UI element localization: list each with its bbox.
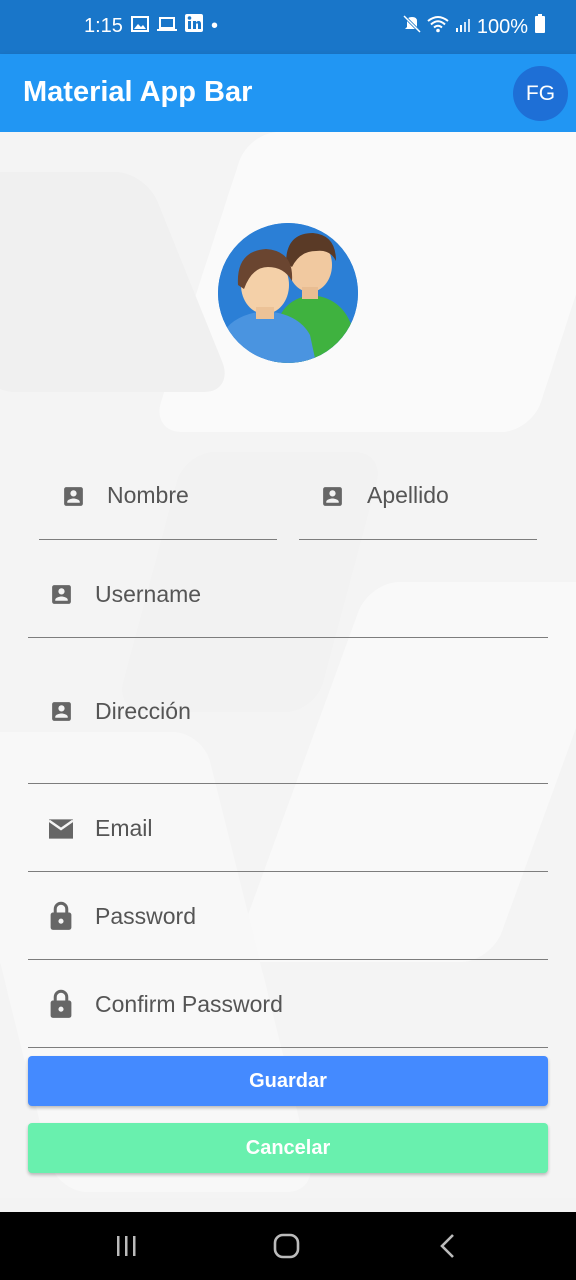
person-icon [49,699,74,729]
mail-icon [46,817,76,846]
person-icon [320,484,345,514]
direccion-label: Dirección [95,698,191,724]
wifi-icon [427,15,449,39]
password-label: Password [95,903,196,929]
app-bar-title: Material App Bar [23,76,253,108]
signal-icon [455,16,471,39]
notification-dot: • [210,14,218,37]
recent-apps-icon[interactable] [114,1234,138,1263]
username-field[interactable]: Username [28,562,548,638]
email-label: Email [95,815,153,841]
battery-percent: 100% [476,15,528,38]
form-content: Nombre Apellido Username Dirección Email… [0,132,576,1198]
app-bar: Material App Bar FG [0,54,576,132]
status-time: 1:15 [84,14,123,37]
confirm-password-field[interactable]: Confirm Password [28,972,548,1048]
email-field[interactable]: Email [28,796,548,872]
status-right: 100% [402,14,546,40]
user-avatar[interactable]: FG [513,66,568,121]
direccion-field[interactable]: Dirección [28,679,548,784]
confirm-password-label: Confirm Password [95,991,283,1017]
nombre-label: Nombre [107,482,189,508]
battery-icon [534,14,546,40]
lock-icon [49,989,73,1024]
linkedin-icon [184,14,203,38]
apellido-label: Apellido [367,482,449,508]
status-bar: 1:15 • 100% [0,0,576,54]
laptop-icon [156,15,177,38]
person-icon [61,484,86,514]
password-field[interactable]: Password [28,884,548,960]
person-icon [49,582,74,612]
nombre-field[interactable]: Nombre [39,465,277,540]
users-avatar-image [218,223,358,363]
status-left: 1:15 • [84,14,218,38]
guardar-button[interactable]: Guardar [28,1056,548,1106]
back-icon[interactable] [438,1233,458,1264]
cancelar-button[interactable]: Cancelar [28,1123,548,1173]
home-icon[interactable] [273,1233,301,1264]
lock-icon [49,901,73,936]
username-label: Username [95,581,202,607]
mute-icon [402,14,421,39]
gallery-icon [130,15,149,38]
system-navigation-bar [0,1212,576,1280]
apellido-field[interactable]: Apellido [299,465,537,540]
